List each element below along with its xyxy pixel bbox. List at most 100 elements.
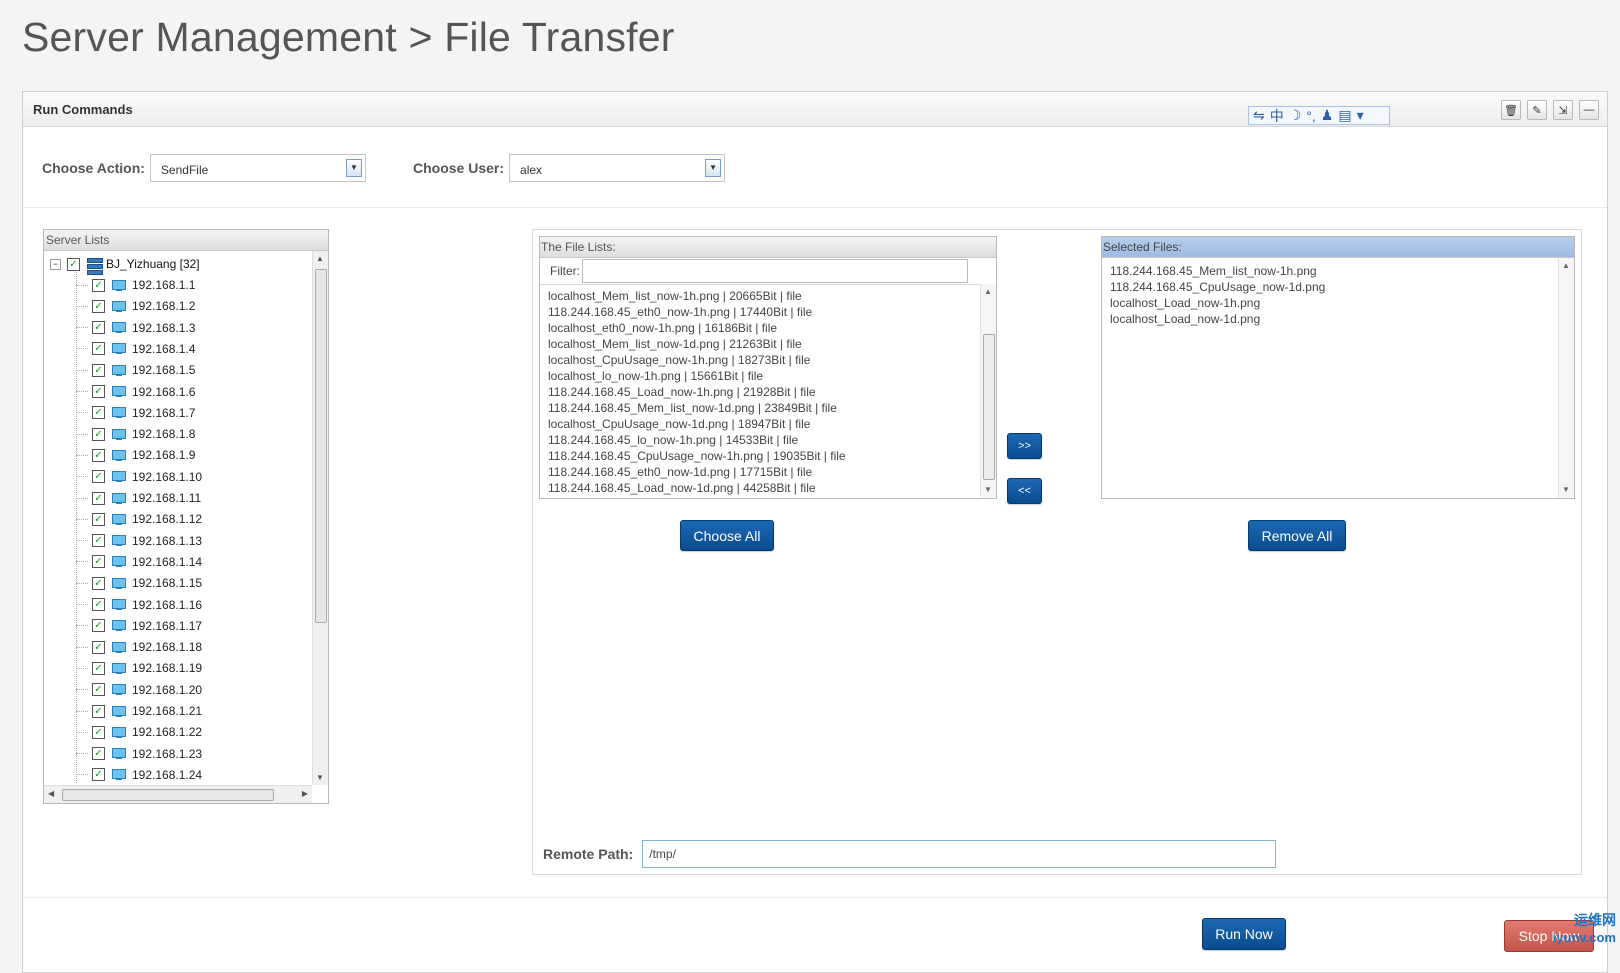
scroll-thumb[interactable] (315, 269, 327, 623)
server-tree-item[interactable]: ✓ 192.168.1.14 (76, 552, 202, 572)
server-tree-item[interactable]: ✓ 192.168.1.5 (76, 360, 195, 380)
server-tree-item[interactable]: ✓ 192.168.1.7 (76, 403, 195, 423)
checkbox-checked[interactable]: ✓ (92, 576, 105, 590)
checkbox-checked[interactable]: ✓ (92, 512, 105, 526)
tree-root[interactable]: − ✓ BJ_Yizhuang [32] (50, 254, 200, 275)
file-list-item[interactable]: localhost_Mem_list_now-1d.png | 21263Bit… (548, 336, 846, 352)
checkbox-checked[interactable]: ✓ (92, 470, 105, 484)
eraser-icon[interactable]: ✎ (1527, 100, 1547, 120)
checkbox-checked[interactable]: ✓ (92, 363, 105, 377)
tree-vertical-scrollbar[interactable]: ▲ ▼ (312, 251, 328, 785)
checkbox-checked[interactable]: ✓ (92, 747, 105, 761)
server-ip-label[interactable]: 192.168.1.20 (132, 683, 202, 697)
scroll-up-icon[interactable]: ▲ (316, 254, 324, 263)
server-tree-item[interactable]: ✓ 192.168.1.3 (76, 318, 195, 338)
server-ip-label[interactable]: 192.168.1.14 (132, 555, 202, 569)
server-ip-label[interactable]: 192.168.1.19 (132, 661, 202, 675)
server-tree-item[interactable]: ✓ 192.168.1.11 (76, 488, 201, 508)
server-tree-item[interactable]: ✓ 192.168.1.12 (76, 509, 202, 529)
server-ip-label[interactable]: 192.168.1.2 (132, 299, 195, 313)
run-now-button[interactable]: Run Now (1202, 918, 1286, 950)
server-ip-label[interactable]: 192.168.1.3 (132, 321, 195, 335)
remote-path-input[interactable] (642, 840, 1277, 868)
scroll-up-icon[interactable]: ▲ (984, 287, 992, 296)
file-list-item[interactable]: localhost_CpuUsage_now-1d.png | 18947Bit… (548, 416, 846, 432)
server-tree-item[interactable]: ✓ 192.168.1.10 (76, 467, 202, 487)
choose-all-button[interactable]: Choose All (680, 520, 774, 551)
server-tree-item[interactable]: ✓ 192.168.1.23 (76, 744, 202, 764)
server-tree-item[interactable]: ✓ 192.168.1.19 (76, 658, 202, 678)
tree-root-label[interactable]: BJ_Yizhuang [32] (106, 257, 200, 271)
checkbox-checked[interactable]: ✓ (92, 768, 105, 782)
selected-file-item[interactable]: localhost_Load_now-1d.png (1110, 311, 1325, 327)
scroll-thumb[interactable] (62, 789, 274, 801)
server-tree-item[interactable]: ✓ 192.168.1.9 (76, 445, 195, 465)
selected-file-item[interactable]: 118.244.168.45_CpuUsage_now-1d.png (1110, 279, 1325, 295)
collapse-icon[interactable]: − (50, 258, 61, 270)
add-files-button[interactable]: >> (1007, 433, 1042, 459)
file-list-item[interactable]: localhost_lo_now-1h.png | 15661Bit | fil… (548, 368, 846, 384)
punctuation-icon[interactable]: °, (1306, 108, 1316, 124)
minimize-icon[interactable]: — (1579, 100, 1599, 120)
chevron-down-icon[interactable]: ▼ (345, 159, 362, 177)
file-list-item[interactable]: 118.244.168.45_Load_now-1h.png | 21928Bi… (548, 384, 846, 400)
selected-file-item[interactable]: 118.244.168.45_Mem_list_now-1h.png (1110, 263, 1325, 279)
scroll-down-icon[interactable]: ▼ (316, 773, 324, 782)
server-tree-item[interactable]: ✓ 192.168.1.4 (76, 339, 195, 359)
file-list-item[interactable]: 118.244.168.45_Load_now-1d.png | 44258Bi… (548, 480, 846, 496)
server-ip-label[interactable]: 192.168.1.17 (132, 619, 202, 633)
server-ip-label[interactable]: 192.168.1.24 (132, 768, 202, 782)
checkbox-checked[interactable]: ✓ (92, 619, 105, 633)
checkbox-checked[interactable]: ✓ (92, 299, 105, 313)
file-list-item[interactable]: 118.244.168.45_eth0_now-1h.png | 17440Bi… (548, 304, 846, 320)
server-ip-label[interactable]: 192.168.1.18 (132, 640, 202, 654)
server-ip-label[interactable]: 192.168.1.23 (132, 747, 202, 761)
server-ip-label[interactable]: 192.168.1.1 (132, 278, 195, 292)
settings-dropdown-icon[interactable]: ▾ (1357, 107, 1364, 124)
checkbox-checked[interactable]: ✓ (92, 598, 105, 611)
scroll-up-icon[interactable]: ▲ (1562, 261, 1570, 270)
file-list-item[interactable]: 118.244.168.45_Mem_list_now-1d.png | 238… (548, 400, 846, 416)
server-ip-label[interactable]: 192.168.1.10 (132, 470, 202, 484)
scroll-right-icon[interactable]: ▶ (302, 789, 308, 798)
ime-chinese-label[interactable]: 中 (1270, 106, 1284, 126)
choose-action-select[interactable]: SendFile ▼ (149, 154, 366, 182)
checkbox-checked[interactable]: ✓ (92, 278, 105, 292)
filter-input[interactable] (582, 259, 968, 283)
checkbox-checked[interactable]: ✓ (92, 725, 105, 739)
server-tree-item[interactable]: ✓ 192.168.1.15 (76, 573, 202, 593)
checkbox-checked[interactable]: ✓ (92, 555, 105, 569)
user-icon[interactable]: ♟ (1321, 107, 1334, 124)
ime-toolbar[interactable]: ⇋ 中 ☽ °, ♟ ▤ ▾ (1248, 106, 1390, 125)
file-list-item[interactable]: localhost_eth0_now-1h.png | 16186Bit | f… (548, 320, 846, 336)
server-tree-item[interactable]: ✓ 192.168.1.1 (76, 275, 195, 295)
server-ip-label[interactable]: 192.168.1.8 (132, 427, 195, 441)
checkbox-checked[interactable]: ✓ (92, 427, 105, 441)
file-list-scrollbar[interactable]: ▲ ▼ (980, 284, 996, 497)
checkbox-checked[interactable]: ✓ (92, 704, 105, 718)
file-list-item[interactable]: 118.244.168.45_eth0_now-1d.png | 17715Bi… (548, 464, 846, 480)
server-ip-label[interactable]: 192.168.1.12 (132, 512, 202, 526)
scroll-thumb[interactable] (983, 334, 995, 480)
checkbox-checked[interactable]: ✓ (92, 321, 105, 335)
server-tree-item[interactable]: ✓ 192.168.1.13 (76, 531, 202, 551)
checkbox-checked[interactable]: ✓ (92, 534, 105, 548)
selected-files-scrollbar[interactable]: ▲ ▼ (1558, 258, 1574, 497)
checkbox-checked[interactable]: ✓ (92, 661, 105, 675)
server-tree-item[interactable]: ✓ 192.168.1.2 (76, 296, 195, 316)
choose-user-select[interactable]: alex ▼ (509, 154, 726, 182)
checkbox-checked[interactable]: ✓ (92, 406, 105, 420)
file-list-item[interactable]: localhost_CpuUsage_now-1h.png | 18273Bit… (548, 352, 846, 368)
ime-mode-icon[interactable]: ⇋ (1253, 107, 1265, 124)
server-tree-item[interactable]: ✓ 192.168.1.8 (76, 424, 195, 444)
tree-horizontal-scrollbar[interactable]: ◀ ▶ (44, 785, 312, 803)
chevron-down-icon[interactable]: ▼ (705, 159, 722, 177)
server-tree-item[interactable]: ✓ 192.168.1.24 (76, 765, 202, 784)
expand-icon[interactable]: ⇲ (1553, 100, 1573, 120)
file-list-item[interactable]: localhost_Mem_list_now-1h.png | 20665Bit… (548, 288, 846, 304)
server-ip-label[interactable]: 192.168.1.21 (132, 704, 202, 718)
server-tree-item[interactable]: ✓ 192.168.1.20 (76, 680, 202, 700)
checkbox-checked[interactable]: ✓ (67, 257, 80, 271)
server-ip-label[interactable]: 192.168.1.9 (132, 448, 195, 462)
trash-icon[interactable]: 🗑 (1501, 100, 1521, 120)
